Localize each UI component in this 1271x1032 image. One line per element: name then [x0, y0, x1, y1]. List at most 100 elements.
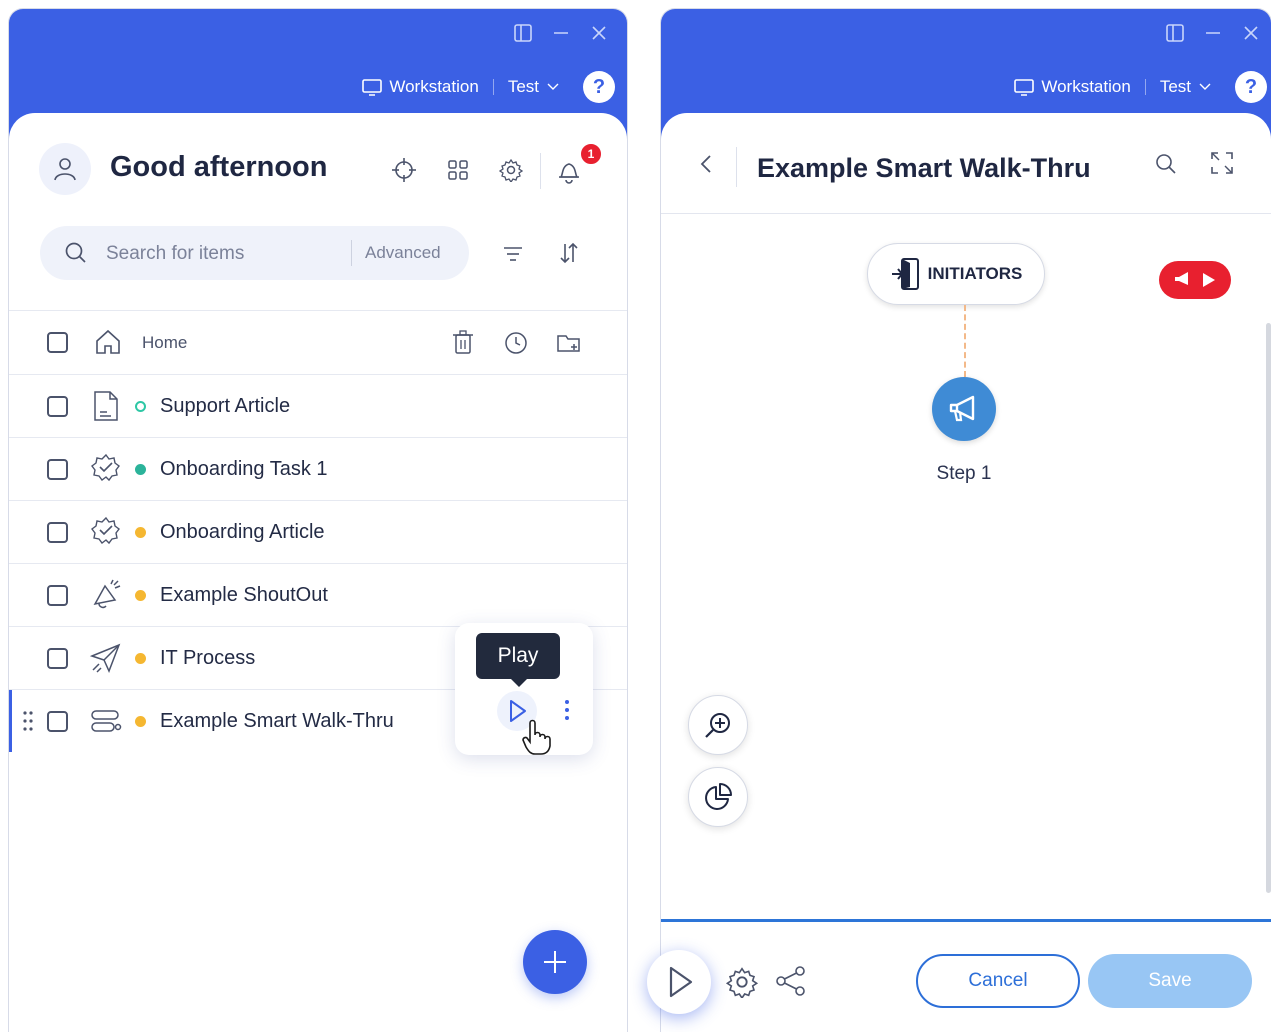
list-item[interactable]: Example ShoutOut [9, 563, 627, 626]
divider [540, 153, 541, 189]
back-chevron-icon[interactable] [699, 153, 713, 175]
divider [1144, 79, 1146, 95]
divider [492, 79, 494, 95]
system-label[interactable]: Test [1160, 77, 1191, 97]
list-item[interactable]: Onboarding Task 1 [9, 437, 627, 500]
save-button[interactable]: Save [1088, 954, 1252, 1008]
page-title: Example Smart Walk-Thru [757, 153, 1091, 183]
cancel-button[interactable]: Cancel [916, 954, 1080, 1008]
greeting: Good afternoon [110, 151, 328, 183]
filter-icon[interactable] [499, 240, 527, 268]
notifications-bell-icon[interactable] [555, 157, 583, 185]
hand-cursor-icon [521, 719, 551, 755]
search-box[interactable]: Search for items Advanced [40, 226, 469, 280]
divider [661, 213, 1271, 214]
analytics-button[interactable] [688, 767, 748, 827]
initiators-node[interactable]: INITIATORS [867, 243, 1045, 305]
expand-icon[interactable] [1210, 151, 1234, 175]
status-dot [135, 527, 146, 538]
notification-badge: 1 [579, 142, 603, 166]
editor-card: Example Smart Walk-Thru INITIATORS Step … [661, 113, 1271, 1032]
status-dot [135, 590, 146, 601]
item-checkbox[interactable] [47, 396, 68, 417]
item-label[interactable]: Support Article [160, 395, 290, 418]
connector-line [964, 305, 966, 377]
door-enter-icon [891, 258, 919, 290]
capture-target-icon[interactable] [390, 156, 418, 184]
smart-walk-thru-icon [89, 704, 123, 738]
item-checkbox[interactable] [47, 459, 68, 480]
environment-label[interactable]: Workstation [389, 77, 478, 97]
close-icon[interactable] [589, 23, 609, 43]
item-label[interactable]: Onboarding Article [160, 521, 325, 544]
play-tooltip: Play [476, 633, 560, 687]
help-button[interactable]: ? [1235, 71, 1267, 103]
step-node[interactable] [932, 377, 996, 441]
environment-bar: Workstation Test ? [1013, 71, 1267, 103]
divider [661, 919, 1271, 922]
status-dot [135, 464, 146, 475]
zoom-in-icon [705, 713, 730, 738]
monitor-icon [1013, 76, 1035, 98]
chevron-down-icon[interactable] [547, 82, 559, 92]
sort-icon[interactable] [555, 239, 583, 267]
window-controls [513, 23, 609, 43]
megaphone-icon [949, 395, 975, 422]
onboarding-article-icon [89, 515, 123, 549]
item-checkbox[interactable] [47, 711, 68, 732]
breadcrumb[interactable]: Home [142, 333, 187, 353]
launcher-icon [89, 641, 123, 675]
initiators-label: INITIATORS [927, 264, 1023, 283]
item-checkbox[interactable] [47, 522, 68, 543]
status-dot [135, 401, 146, 412]
avatar[interactable] [39, 143, 91, 195]
status-dot [135, 653, 146, 664]
dock-icon[interactable] [1165, 23, 1185, 43]
more-options-icon[interactable] [563, 699, 571, 721]
home-card: Good afternoon 1 Search for items Advanc… [9, 113, 627, 1032]
clock-icon[interactable] [504, 331, 528, 355]
preview-play-button[interactable] [647, 950, 711, 1014]
list-item[interactable]: Onboarding Article [9, 500, 627, 563]
help-button[interactable]: ? [583, 71, 615, 103]
share-icon[interactable] [774, 964, 808, 998]
select-all-checkbox[interactable] [47, 332, 68, 353]
item-checkbox[interactable] [47, 648, 68, 669]
play-mode-toggle[interactable] [1159, 261, 1231, 299]
scrollbar[interactable] [1266, 323, 1271, 893]
item-checkbox[interactable] [47, 585, 68, 606]
minimize-icon[interactable] [551, 23, 571, 43]
minimize-icon[interactable] [1203, 23, 1223, 43]
trash-icon[interactable] [451, 330, 475, 356]
new-folder-icon[interactable] [556, 331, 582, 355]
status-dot [135, 716, 146, 727]
play-icon [1203, 273, 1215, 287]
step-label: Step 1 [936, 463, 992, 484]
dock-icon[interactable] [513, 23, 533, 43]
add-item-button[interactable] [523, 930, 587, 994]
chevron-down-icon[interactable] [1199, 82, 1211, 92]
search-input[interactable]: Search for items [106, 243, 244, 265]
item-label[interactable]: Onboarding Task 1 [160, 458, 328, 481]
monitor-icon [361, 76, 383, 98]
shoutout-icon [89, 578, 123, 612]
advanced-search-button[interactable]: Advanced [351, 240, 441, 266]
onboarding-task-icon [89, 452, 123, 486]
settings-gear-icon[interactable] [726, 966, 758, 998]
settings-gear-icon[interactable] [497, 156, 525, 184]
system-label[interactable]: Test [508, 77, 539, 97]
item-label[interactable]: IT Process [160, 647, 255, 670]
home-icon[interactable] [93, 327, 127, 361]
zoom-in-button[interactable] [688, 695, 748, 755]
environment-label[interactable]: Workstation [1041, 77, 1130, 97]
list-item[interactable]: Support Article [9, 374, 627, 437]
item-label[interactable]: Example Smart Walk-Thru [160, 710, 394, 733]
apps-grid-icon[interactable] [444, 156, 472, 184]
item-label[interactable]: Example ShoutOut [160, 584, 328, 607]
drag-handle-icon[interactable] [22, 710, 34, 732]
megaphone-icon [1175, 272, 1188, 285]
editor-window: Workstation Test ? Example Smart Walk-Th… [661, 9, 1271, 1032]
search-icon[interactable] [1155, 153, 1177, 175]
close-icon[interactable] [1241, 23, 1261, 43]
window-controls [1165, 23, 1261, 43]
